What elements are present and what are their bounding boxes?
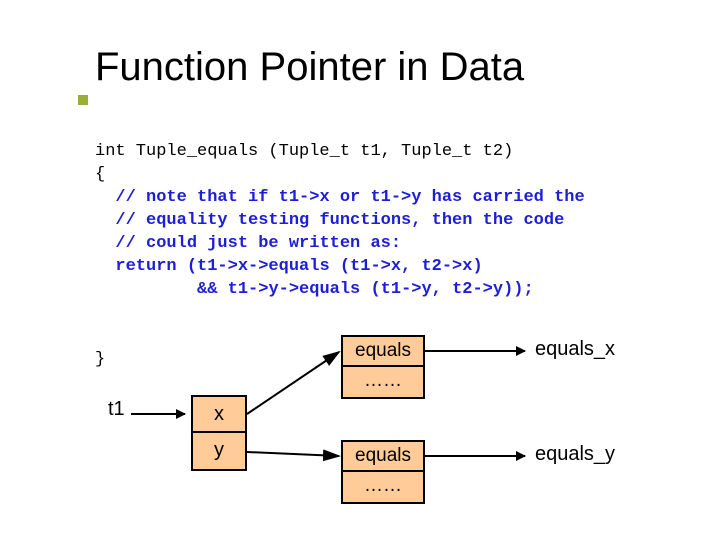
arrow-t1-to-tuple — [131, 413, 185, 415]
tuple-field-y: y — [191, 433, 247, 471]
label-equals-y: equals_y — [535, 443, 615, 466]
tuple-field-x: x — [191, 395, 247, 433]
arrow-to-equals-x — [425, 350, 525, 352]
slide-title: Function Pointer in Data — [95, 45, 524, 90]
slide: Function Pointer in Data int Tuple_equal… — [0, 0, 720, 540]
tuple-box: x y — [191, 395, 247, 471]
struct-x-rest: …… — [341, 367, 425, 399]
label-equals-x: equals_x — [535, 338, 615, 361]
struct-y-equals: equals — [341, 440, 425, 472]
struct-box-y: equals …… — [341, 440, 425, 504]
pointer-label-t1: t1 — [108, 398, 125, 421]
title-bullet — [78, 95, 88, 105]
code-closing-brace: } — [95, 350, 105, 369]
code-block: int Tuple_equals (Tuple_t t1, Tuple_t t2… — [95, 140, 585, 301]
struct-x-equals: equals — [341, 335, 425, 367]
struct-box-x: equals …… — [341, 335, 425, 399]
struct-y-rest: …… — [341, 472, 425, 504]
arrow-to-equals-y — [425, 455, 525, 457]
